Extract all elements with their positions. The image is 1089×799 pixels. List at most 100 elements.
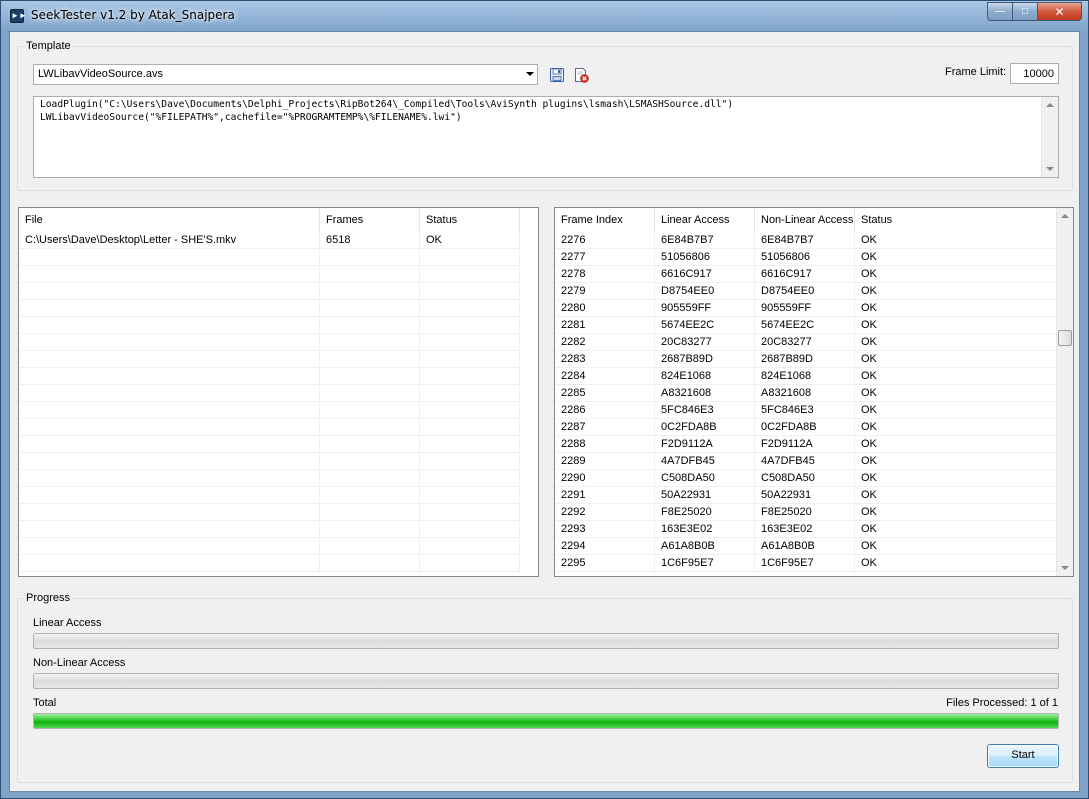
table-cell: OK — [855, 385, 1057, 402]
maximize-button[interactable]: □ — [1013, 2, 1038, 21]
table-row[interactable]: 2284 824E1068 824E1068 OK — [555, 368, 1057, 385]
table-cell — [320, 283, 420, 300]
empty-row — [19, 555, 520, 572]
table-cell: 2280 — [555, 300, 655, 317]
column-header-non-linear-access[interactable]: Non-Linear Access — [755, 208, 855, 232]
table-cell: OK — [855, 351, 1057, 368]
scroll-thumb[interactable] — [1058, 329, 1072, 346]
table-cell: 5674EE2C — [755, 317, 855, 334]
table-cell: 2293 — [555, 521, 655, 538]
table-cell — [19, 453, 320, 470]
column-header-status[interactable]: Status — [420, 208, 520, 232]
table-row[interactable]: 2279 D8754EE0 D8754EE0 OK — [555, 283, 1057, 300]
table-row[interactable]: 2295 1C6F95E7 1C6F95E7 OK — [555, 555, 1057, 572]
table-row[interactable]: 2291 50A22931 50A22931 OK — [555, 487, 1057, 504]
scroll-down-icon[interactable] — [1046, 167, 1054, 171]
table-row[interactable]: 2287 0C2FDA8B 0C2FDA8B OK — [555, 419, 1057, 436]
table-row[interactable]: C:\Users\Dave\Desktop\Letter - SHE'S.mkv… — [19, 232, 520, 249]
table-cell: OK — [855, 249, 1057, 266]
empty-row — [19, 334, 520, 351]
table-cell: 2287 — [555, 419, 655, 436]
table-cell: OK — [855, 487, 1057, 504]
table-row[interactable]: 2292 F8E25020 F8E25020 OK — [555, 504, 1057, 521]
table-row[interactable]: 2286 5FC846E3 5FC846E3 OK — [555, 402, 1057, 419]
column-header-linear-access[interactable]: Linear Access — [655, 208, 755, 232]
start-button[interactable]: Start — [987, 744, 1059, 768]
table-cell: C:\Users\Dave\Desktop\Letter - SHE'S.mkv — [19, 232, 320, 249]
empty-row — [19, 521, 520, 538]
table-cell: OK — [420, 232, 520, 249]
table-row[interactable]: 2281 5674EE2C 5674EE2C OK — [555, 317, 1057, 334]
table-cell — [19, 385, 320, 402]
table-row[interactable]: 2285 A8321608 A8321608 OK — [555, 385, 1057, 402]
column-header-frames[interactable]: Frames — [320, 208, 420, 232]
template-dropdown[interactable]: LWLibavVideoSource.avs — [33, 64, 538, 85]
table-cell — [19, 317, 320, 334]
frames-list[interactable]: Frame Index Linear Access Non-Linear Acc… — [554, 207, 1074, 577]
progress-fill — [34, 714, 1058, 728]
table-cell: OK — [855, 453, 1057, 470]
table-cell — [320, 419, 420, 436]
table-cell — [420, 470, 520, 487]
table-row[interactable]: 2293 163E3E02 163E3E02 OK — [555, 521, 1057, 538]
table-cell — [320, 521, 420, 538]
table-row[interactable]: 2282 20C83277 20C83277 OK — [555, 334, 1057, 351]
table-cell — [320, 266, 420, 283]
script-scrollbar[interactable] — [1041, 97, 1058, 177]
column-header-frame-index[interactable]: Frame Index — [555, 208, 655, 232]
minimize-button[interactable]: — — [987, 2, 1013, 21]
table-row[interactable]: 2288 F2D9112A F2D9112A OK — [555, 436, 1057, 453]
table-row[interactable]: 2278 6616C917 6616C917 OK — [555, 266, 1057, 283]
client-area: Template LWLibavVideoSource.avs Frame Li… — [9, 31, 1080, 792]
table-row[interactable]: 2280 905559FF 905559FF OK — [555, 300, 1057, 317]
table-row[interactable]: 2283 2687B89D 2687B89D OK — [555, 351, 1057, 368]
frames-scrollbar[interactable] — [1056, 208, 1073, 576]
table-cell: 4A7DFB45 — [755, 453, 855, 470]
table-cell: F2D9112A — [655, 436, 755, 453]
script-editor[interactable]: LoadPlugin("C:\Users\Dave\Documents\Delp… — [33, 96, 1059, 178]
linear-access-progress — [33, 633, 1059, 649]
table-cell: 2278 — [555, 266, 655, 283]
total-label: Total — [33, 697, 57, 709]
frame-limit-label: Frame Limit: — [945, 66, 1007, 78]
table-cell: 2282 — [555, 334, 655, 351]
table-cell: 905559FF — [755, 300, 855, 317]
table-cell: OK — [855, 436, 1057, 453]
table-cell: A61A8B0B — [655, 538, 755, 555]
files-processed-label: Files Processed: 1 of 1 — [946, 697, 1058, 709]
column-header-file[interactable]: File — [19, 208, 320, 232]
table-cell: 824E1068 — [655, 368, 755, 385]
table-cell: OK — [855, 368, 1057, 385]
table-row[interactable]: 2294 A61A8B0B A61A8B0B OK — [555, 538, 1057, 555]
table-cell — [19, 470, 320, 487]
files-list[interactable]: File Frames Status C:\Users\Dave\Desktop… — [18, 207, 539, 577]
table-row[interactable]: 2289 4A7DFB45 4A7DFB45 OK — [555, 453, 1057, 470]
scroll-up-icon[interactable] — [1061, 214, 1069, 218]
table-cell: C508DA50 — [655, 470, 755, 487]
scroll-down-icon[interactable] — [1061, 566, 1069, 570]
progress-group: Progress Linear Access Non-Linear Access… — [17, 592, 1073, 783]
close-button[interactable]: ✕ — [1038, 2, 1082, 21]
table-cell — [19, 555, 320, 572]
frame-limit-input[interactable]: 10000 — [1010, 63, 1059, 84]
save-icon[interactable] — [549, 67, 565, 83]
title-bar[interactable]: ►► SeekTester v1.2 by Atak_Snajpera — □ … — [1, 1, 1088, 31]
non-linear-access-label: Non-Linear Access — [33, 657, 126, 669]
scroll-up-icon[interactable] — [1046, 103, 1054, 107]
caption-buttons: — □ ✕ — [987, 2, 1082, 21]
table-row[interactable]: 2276 6E84B7B7 6E84B7B7 OK — [555, 232, 1057, 249]
table-cell: A8321608 — [655, 385, 755, 402]
column-header-status[interactable]: Status — [855, 208, 1057, 232]
app-icon[interactable]: ►► — [10, 9, 27, 23]
script-line: LoadPlugin("C:\Users\Dave\Documents\Delp… — [40, 99, 734, 110]
table-cell: 1C6F95E7 — [755, 555, 855, 572]
window-title: SeekTester v1.2 by Atak_Snajpera — [31, 8, 235, 22]
table-row[interactable]: 2290 C508DA50 C508DA50 OK — [555, 470, 1057, 487]
table-cell: OK — [855, 317, 1057, 334]
table-cell: 6518 — [320, 232, 420, 249]
table-row[interactable]: 2277 51056806 51056806 OK — [555, 249, 1057, 266]
empty-row — [19, 487, 520, 504]
table-cell: 2285 — [555, 385, 655, 402]
table-cell — [19, 283, 320, 300]
delete-icon[interactable] — [573, 67, 589, 83]
